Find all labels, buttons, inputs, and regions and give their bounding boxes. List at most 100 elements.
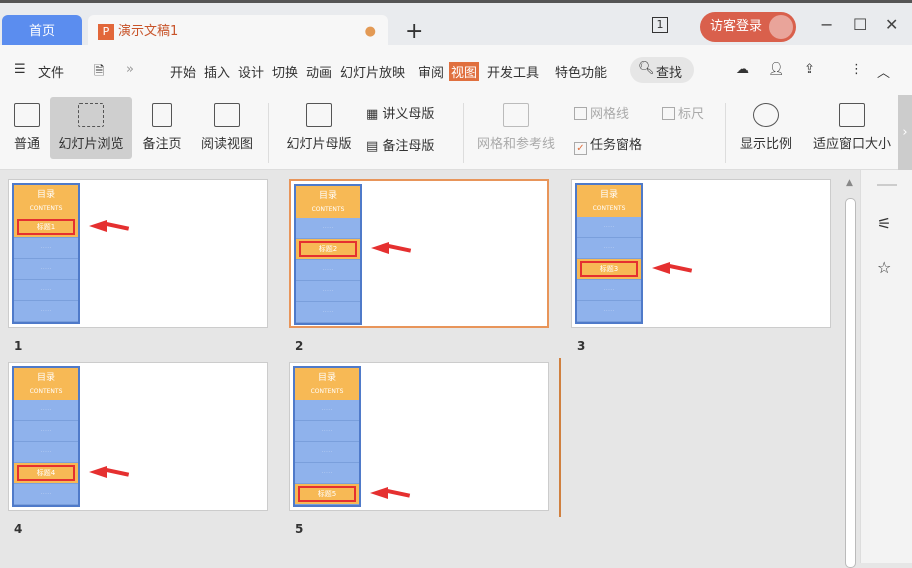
book-icon	[214, 103, 240, 127]
red-arrow-icon	[89, 220, 107, 232]
scrollbar-thumb[interactable]	[845, 198, 856, 568]
save-icon[interactable]: 🗎	[94, 62, 104, 84]
toc-row-label: 标题5	[298, 486, 356, 502]
label: 任务窗格	[590, 138, 643, 153]
more-icon[interactable]: »	[126, 62, 134, 77]
menu-start[interactable]: 开始	[170, 62, 196, 81]
task-pane-checkbox[interactable]: ✓ 任务窗格	[574, 134, 642, 155]
toc-row: ·····	[577, 217, 641, 238]
menu-insert[interactable]: 插入	[204, 62, 230, 81]
cloud-icon[interactable]: ☁	[736, 62, 749, 77]
vertical-scrollbar[interactable]: ▲	[843, 178, 858, 568]
more-vertical-icon[interactable]: ⋮	[850, 62, 863, 77]
collapse-ribbon-icon[interactable]: ︿	[877, 62, 890, 81]
toc-sidebar: 目录 CONTENTS ····· ····· ····· ····· 标题5	[293, 366, 361, 507]
toc-row: ·····	[577, 238, 641, 259]
scroll-up-icon[interactable]: ▲	[846, 178, 853, 188]
menu-animation[interactable]: 动画	[306, 62, 332, 81]
toc-row-highlighted: 标题4	[14, 463, 78, 484]
label: 普通	[13, 137, 40, 152]
toc-row: ·····	[295, 463, 359, 484]
zoom-percent-icon	[753, 103, 779, 127]
slide-sorter-button[interactable]: 幻灯片浏览	[50, 97, 132, 159]
label: 幻灯片浏览	[58, 137, 124, 152]
star-icon[interactable]: ☆	[877, 258, 891, 277]
tab-document[interactable]: P 演示文稿1 ●	[88, 15, 388, 48]
red-arrow-icon	[370, 487, 388, 499]
login-button[interactable]: 访客登录	[700, 12, 796, 42]
label: 备注母版	[382, 139, 435, 154]
menu-slideshow[interactable]: 幻灯片放映	[340, 62, 405, 81]
handout-icon: ▦	[366, 107, 383, 122]
label: 显示比例	[739, 137, 792, 152]
share-user-icon[interactable]: 👤︎	[768, 62, 785, 77]
reading-view-button[interactable]: 阅读视图	[196, 103, 258, 152]
unsaved-dot-icon: ●	[364, 24, 376, 39]
toc-row: ·····	[14, 301, 78, 322]
toc-row-label: 标题1	[17, 219, 75, 235]
normal-view-button[interactable]: 普通	[8, 103, 46, 152]
toc-sidebar: 目录 CONTENTS ····· ····· ····· 标题4 ·····	[12, 366, 80, 507]
toc-row-highlighted: 标题2	[296, 239, 360, 260]
toc-row-label: 标题4	[17, 465, 75, 481]
export-icon[interactable]: ⇪	[804, 62, 815, 77]
slide-number: 4	[14, 522, 23, 536]
toc-subtitle: CONTENTS	[29, 388, 63, 395]
toc-row: ·····	[14, 442, 78, 463]
handout-master-button[interactable]: ▦ 讲义母版	[366, 103, 434, 122]
toc-row: ·····	[14, 238, 78, 259]
zoom-button[interactable]: 显示比例	[734, 103, 798, 152]
avatar	[769, 15, 793, 39]
menu-view[interactable]: 视图	[449, 62, 480, 81]
toc-row: ·····	[295, 442, 359, 463]
label: 备注页	[142, 137, 182, 152]
settings-sliders-icon[interactable]: ⚟	[877, 214, 891, 233]
label: 适应窗口大小	[812, 137, 891, 152]
slide-thumbnail[interactable]: 目录 CONTENTS ····· ····· ····· ····· 标题5	[289, 362, 549, 511]
menu-design[interactable]: 设计	[238, 62, 264, 81]
menu-transition[interactable]: 切换	[272, 62, 298, 81]
tab-bar: 首页 P 演示文稿1 ● + 1 访客登录 − ☐ ✕	[0, 0, 912, 48]
grid-icon	[503, 103, 529, 127]
new-tab-button[interactable]: +	[405, 19, 423, 44]
slide-master-button[interactable]: 幻灯片母版	[280, 103, 358, 152]
toc-sidebar: 目录 CONTENTS 标题1 ····· ····· ····· ·····	[12, 183, 80, 324]
slide-thumbnail[interactable]: 目录 CONTENTS 标题1 ····· ····· ····· ·····	[8, 179, 268, 328]
search-button[interactable]: 🔍︎ 查找	[630, 57, 694, 83]
red-arrow-icon	[652, 262, 670, 274]
gridlines-checkbox[interactable]: 网格线	[574, 103, 629, 122]
hamburger-icon[interactable]: ☰	[14, 62, 26, 77]
menu-developer[interactable]: 开发工具	[487, 62, 539, 81]
tab-document-label: 演示文稿1	[118, 24, 179, 39]
notes-page-button[interactable]: 备注页	[138, 103, 186, 152]
fit-window-button[interactable]: 适应窗口大小	[806, 103, 898, 152]
toc-row: ·····	[296, 302, 360, 323]
menu-review[interactable]: 审阅	[418, 62, 444, 81]
toc-row: ·····	[295, 421, 359, 442]
grid-guides-button[interactable]: 网格和参考线	[470, 103, 562, 152]
toc-title: 目录	[599, 190, 618, 200]
notes-master-button[interactable]: ▤ 备注母版	[366, 135, 434, 154]
slide-thumbnail[interactable]: 目录 CONTENTS ····· ····· 标题3 ····· ·····	[571, 179, 831, 328]
toc-row: ·····	[14, 280, 78, 301]
ribbon-scroll-right[interactable]: ›	[898, 95, 912, 170]
slide-thumbnail[interactable]: 目录 CONTENTS ····· 标题2 ····· ····· ·····	[289, 179, 549, 328]
minimize-button[interactable]: −	[820, 15, 833, 34]
slide-thumbnail[interactable]: 目录 CONTENTS ····· ····· ····· 标题4 ·····	[8, 362, 268, 511]
toc-subtitle: CONTENTS	[29, 205, 63, 212]
tab-home[interactable]: 首页	[2, 15, 82, 48]
page-indicator[interactable]: 1	[652, 17, 668, 33]
label: 网格和参考线	[476, 137, 555, 152]
menu-bar: ☰ 文件 🗎 » 开始 插入 设计 切换 动画 幻灯片放映 审阅 视图 开发工具…	[0, 45, 912, 95]
label: 阅读视图	[200, 137, 253, 152]
menu-file[interactable]: 文件	[38, 62, 64, 81]
red-arrow-icon	[371, 242, 389, 254]
maximize-button[interactable]: ☐	[853, 15, 867, 34]
menu-features[interactable]: 特色功能	[555, 62, 607, 81]
right-sidebar: ⚟ ☆	[860, 170, 912, 563]
normal-view-icon	[14, 103, 40, 127]
toc-title: 目录	[318, 191, 337, 201]
toc-row: ·····	[296, 260, 360, 281]
close-button[interactable]: ✕	[885, 15, 898, 34]
ruler-checkbox[interactable]: 标尺	[662, 103, 704, 122]
